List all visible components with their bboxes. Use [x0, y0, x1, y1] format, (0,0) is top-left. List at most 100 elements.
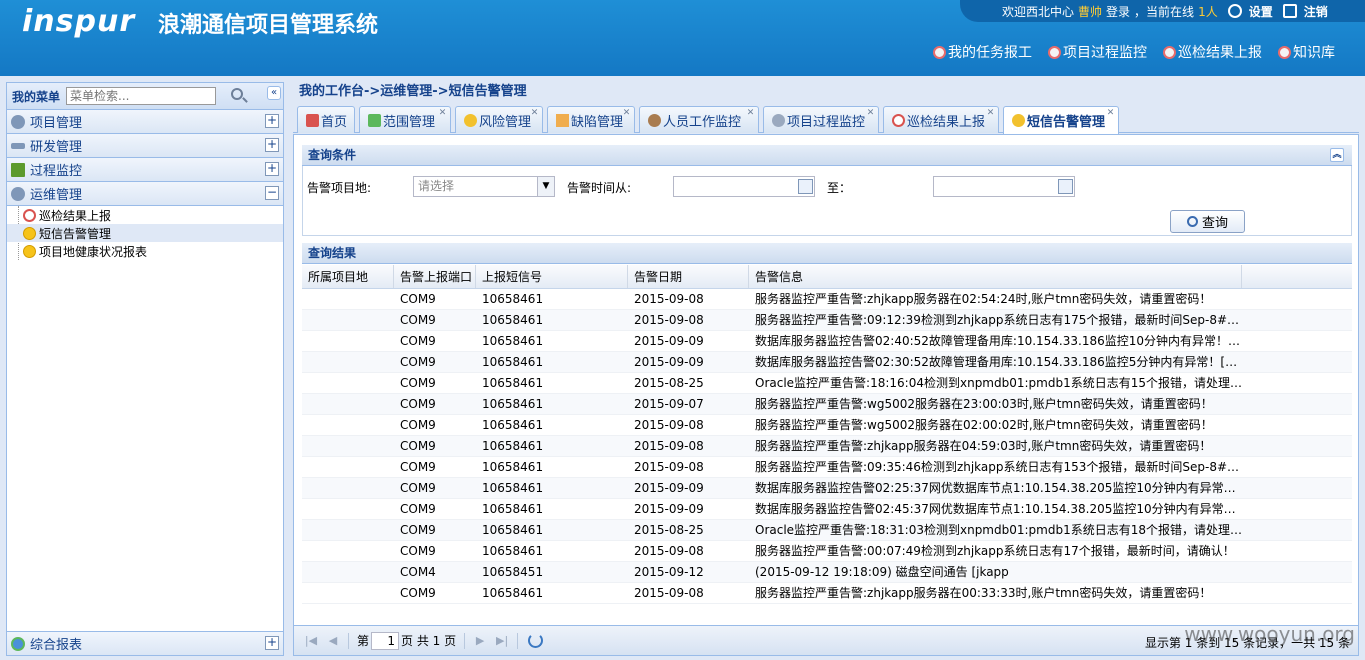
collapse-panel-icon[interactable]: «: [267, 86, 281, 100]
cell-message: 服务器监控严重告警:09:35:46检测到zhjkapp系统日志有153个报错，…: [755, 460, 1242, 474]
quicklink-inspection-report[interactable]: 巡检结果上报: [1163, 42, 1262, 62]
quicklink-knowledge-base[interactable]: 知识库: [1278, 42, 1335, 62]
section-label: 综合报表: [30, 638, 83, 653]
table-row[interactable]: COM9 10658461 2015-09-08 服务器监控严重告警:zhjkapp服…: [302, 436, 1352, 457]
close-icon[interactable]: ✕: [622, 109, 631, 118]
page-prefix: 第: [357, 634, 370, 648]
collapse-icon[interactable]: −: [265, 186, 279, 200]
first-page-icon[interactable]: |◀: [304, 634, 318, 648]
col-header-message[interactable]: 告警信息: [749, 265, 1242, 288]
expand-icon[interactable]: +: [265, 636, 279, 650]
home-icon: [306, 113, 319, 127]
close-icon[interactable]: ✕: [1106, 109, 1115, 118]
table-row[interactable]: COM9 10658461 2015-09-08 服务器监控严重告警:zhjkapp服…: [302, 583, 1352, 604]
close-icon[interactable]: ✕: [866, 109, 875, 118]
table-row[interactable]: COM9 10658461 2015-09-08 服务器监控严重告警:09:35:46…: [302, 457, 1352, 478]
tree-item-label: 巡检结果上报: [39, 208, 112, 223]
cell-sms-number: 10658461: [482, 313, 544, 327]
refresh-icon[interactable]: [528, 633, 544, 648]
tree-item-label: 短信告警管理: [39, 226, 112, 241]
expand-icon[interactable]: +: [265, 162, 279, 176]
time-from-field[interactable]: [673, 176, 815, 197]
table-row[interactable]: COM9 10658461 2015-09-09 数据库服务器监控告警02:25:37…: [302, 478, 1352, 499]
current-user[interactable]: 曹帅: [1078, 3, 1102, 20]
tab-risk[interactable]: 风险管理 ✕: [455, 106, 543, 133]
calendar-icon[interactable]: [798, 179, 813, 194]
tab-staff-monitor[interactable]: 人员工作监控 ✕: [639, 106, 759, 133]
risk-icon: [464, 113, 477, 127]
tab-home[interactable]: 首页: [297, 106, 355, 133]
table-row[interactable]: COM9 10658461 2015-08-25 Oracle监控严重告警:18:31…: [302, 520, 1352, 541]
online-count: 1人: [1198, 4, 1218, 19]
menu-search-input[interactable]: [66, 87, 217, 105]
cell-message: Oracle监控严重告警:18:16:04检测到xnpmdb01:pmdb1系统…: [755, 376, 1242, 390]
table-row[interactable]: COM9 10658461 2015-09-09 数据库服务器监控告警02:40:52…: [302, 331, 1352, 352]
location-label: 告警项目地:: [307, 181, 372, 195]
search-button[interactable]: 查询: [1170, 210, 1245, 233]
table-row[interactable]: COM9 10658461 2015-09-09 数据库服务器监控告警02:45:37…: [302, 499, 1352, 520]
tree-item-sms-alarm[interactable]: 短信告警管理: [7, 224, 283, 242]
col-header-port[interactable]: 告警上报端口: [394, 265, 476, 288]
prev-page-icon[interactable]: ◀: [326, 634, 340, 648]
chevron-down-icon[interactable]: ▼: [537, 177, 554, 196]
tab-defect[interactable]: 缺陷管理 ✕: [547, 106, 635, 133]
menu-section-process[interactable]: 过程监控 +: [7, 158, 283, 182]
cell-location: [302, 520, 394, 540]
time-to-field[interactable]: [933, 176, 1075, 197]
col-header-date[interactable]: 告警日期: [628, 265, 749, 288]
settings-link[interactable]: 设置: [1249, 3, 1273, 20]
menu-section-ops[interactable]: 运维管理 −: [7, 182, 283, 206]
expand-icon[interactable]: +: [265, 138, 279, 152]
table-row[interactable]: COM4 10658451 2015-09-12 (2015-09-12 19:18:…: [302, 562, 1352, 583]
menu-section-reports[interactable]: 综合报表 +: [7, 631, 283, 655]
tab-label: 巡检结果上报: [907, 114, 986, 130]
last-page-icon[interactable]: ▶|: [495, 634, 509, 648]
tab-scope[interactable]: 范围管理 ✕: [359, 106, 451, 133]
time-to-label: 至：: [827, 181, 852, 195]
table-row[interactable]: COM9 10658461 2015-09-08 服务器监控严重告警:09:12:39…: [302, 310, 1352, 331]
tree-item-health-report[interactable]: 项目地健康状况报表: [7, 242, 283, 260]
table-row[interactable]: COM9 10658461 2015-09-08 服务器监控严重告警:00:07:49…: [302, 541, 1352, 562]
quicklink-process-monitor[interactable]: 项目过程监控: [1048, 42, 1147, 62]
warning-icon: [556, 113, 569, 127]
tab-inspection[interactable]: 巡检结果上报 ✕: [883, 106, 999, 133]
tab-process-monitor[interactable]: 项目过程监控 ✕: [763, 106, 879, 133]
cell-sms-number: 10658461: [482, 355, 544, 369]
system-title: 浪潮通信项目管理系统: [158, 13, 379, 38]
expand-icon[interactable]: +: [265, 114, 279, 128]
menu-section-project[interactable]: 项目管理 +: [7, 110, 283, 134]
cell-date: 2015-09-09: [634, 481, 704, 495]
location-select[interactable]: 请选择 ▼: [413, 176, 555, 197]
tab-sms-alarm[interactable]: 短信告警管理 ✕: [1003, 106, 1119, 134]
calendar-icon[interactable]: [1058, 179, 1073, 194]
cell-location: [302, 394, 394, 414]
quicklink-task-report[interactable]: 我的任务报工: [933, 42, 1032, 62]
cell-sms-number: 10658461: [482, 502, 544, 516]
menu-section-rnd[interactable]: 研发管理 +: [7, 134, 283, 158]
logout-icon[interactable]: [1282, 4, 1297, 18]
collapse-up-icon[interactable]: ︽: [1330, 148, 1344, 162]
tree-item-inspection[interactable]: 巡检结果上报: [7, 206, 283, 224]
next-page-icon[interactable]: ▶: [473, 634, 487, 648]
table-row[interactable]: COM9 10658461 2015-08-25 Oracle监控严重告警:18:16…: [302, 373, 1352, 394]
cell-sms-number: 10658461: [482, 523, 544, 537]
gear-icon[interactable]: [1227, 4, 1242, 18]
time-from-label: 告警时间从:: [567, 181, 632, 195]
close-icon[interactable]: ✕: [438, 109, 447, 118]
globe-icon: [11, 636, 25, 651]
table-row[interactable]: COM9 10658461 2015-09-07 服务器监控严重告警:wg5002服务…: [302, 394, 1352, 415]
close-icon[interactable]: ✕: [530, 109, 539, 118]
cell-location: [302, 331, 394, 351]
table-row[interactable]: COM9 10658461 2015-09-08 服务器监控严重告警:zhjkapp服…: [302, 289, 1352, 310]
close-icon[interactable]: ✕: [746, 109, 755, 118]
logout-link[interactable]: 注销: [1304, 3, 1328, 20]
table-row[interactable]: COM9 10658461 2015-09-09 数据库服务器监控告警02:30:52…: [302, 352, 1352, 373]
table-row[interactable]: COM9 10658461 2015-09-08 服务器监控严重告警:wg5002服务…: [302, 415, 1352, 436]
close-icon[interactable]: ✕: [986, 109, 995, 118]
menu-header: 我的菜单 «: [7, 83, 283, 110]
search-icon[interactable]: [231, 88, 243, 100]
tree-item-label: 项目地健康状况报表: [39, 244, 148, 259]
col-header-sms-number[interactable]: 上报短信号: [476, 265, 628, 288]
col-header-location[interactable]: 所属项目地: [302, 265, 394, 288]
page-number-input[interactable]: 1: [371, 631, 400, 650]
